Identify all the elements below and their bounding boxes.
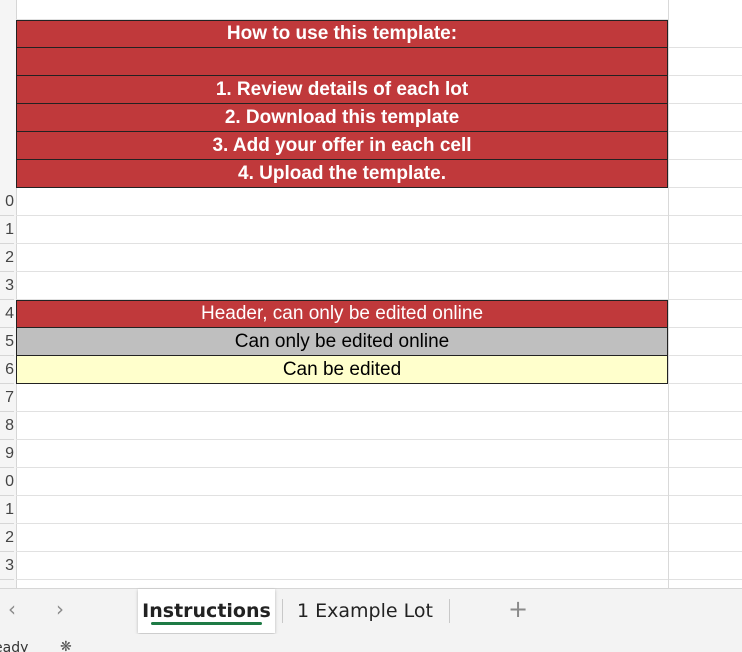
cell-empty[interactable] — [16, 412, 668, 440]
cell-empty[interactable] — [669, 20, 742, 48]
cell-empty[interactable] — [16, 244, 668, 272]
legend-readonly-cell[interactable]: Can only be edited online — [16, 328, 668, 356]
cell-empty[interactable] — [16, 272, 668, 300]
cell-empty[interactable] — [669, 104, 742, 132]
cell-empty[interactable] — [669, 328, 742, 356]
column-divider — [668, 0, 669, 588]
cell-empty[interactable] — [16, 468, 668, 496]
row-number[interactable]: 0 — [0, 468, 14, 496]
instructions-title-cell[interactable]: How to use this template: — [16, 20, 668, 48]
instruction-step-cell[interactable]: 3. Add your offer in each cell — [16, 132, 668, 160]
instruction-step-cell[interactable]: 1. Review details of each lot — [16, 76, 668, 104]
cell-empty[interactable] — [669, 356, 742, 384]
row-number[interactable]: 1 — [0, 496, 14, 524]
cell-empty[interactable] — [16, 440, 668, 468]
cell-empty[interactable] — [669, 76, 742, 104]
instructions-blank-cell[interactable] — [16, 48, 668, 76]
tab-divider — [282, 599, 283, 623]
tab-instructions[interactable]: Instructions — [138, 589, 275, 633]
row-number[interactable]: 9 — [0, 440, 14, 468]
cell-empty[interactable] — [16, 552, 668, 580]
chevron-right-icon[interactable]: › — [48, 597, 72, 621]
row-number[interactable]: 3 — [0, 272, 14, 300]
cell-empty[interactable] — [16, 496, 668, 524]
cell-empty[interactable] — [669, 412, 742, 440]
accessibility-icon[interactable]: ❋ — [60, 638, 72, 652]
row-number[interactable]: 8 — [0, 412, 14, 440]
cell-empty[interactable] — [669, 300, 742, 328]
cell-empty[interactable] — [16, 524, 668, 552]
cell-empty[interactable] — [669, 48, 742, 76]
row-number[interactable]: 1 — [0, 216, 14, 244]
cell-empty[interactable] — [669, 160, 742, 188]
cell-empty[interactable] — [669, 188, 742, 216]
row-number[interactable]: 4 — [0, 300, 14, 328]
cell-empty[interactable] — [669, 244, 742, 272]
cell-empty[interactable] — [669, 496, 742, 524]
row-number[interactable]: 0 — [0, 188, 14, 216]
row-number[interactable]: 2 — [0, 244, 14, 272]
cell-empty[interactable] — [669, 440, 742, 468]
row-number[interactable]: 6 — [0, 356, 14, 384]
spreadsheet-grid[interactable]: 0 1 2 3 4 5 6 7 8 9 0 1 2 3 How to use t… — [0, 0, 742, 588]
cell-empty[interactable] — [16, 216, 668, 244]
legend-header-cell[interactable]: Header, can only be edited online — [16, 300, 668, 328]
legend-editable-cell[interactable]: Can be edited — [16, 356, 668, 384]
row-number[interactable]: 7 — [0, 384, 14, 412]
row-number[interactable]: 5 — [0, 328, 14, 356]
tab-label: Instructions — [142, 600, 271, 622]
cell-empty[interactable] — [669, 216, 742, 244]
sheet-tab-bar: ‹ › Instructions 1 Example Lot + — [0, 588, 742, 634]
cell-empty[interactable] — [669, 132, 742, 160]
status-ready-text: eady — [0, 640, 29, 652]
status-bar: eady ❋ — [0, 634, 742, 652]
chevron-left-icon[interactable]: ‹ — [0, 597, 24, 621]
cell-empty[interactable] — [669, 524, 742, 552]
cell-empty[interactable] — [669, 272, 742, 300]
cell-empty[interactable] — [669, 384, 742, 412]
tab-label: 1 Example Lot — [297, 600, 433, 622]
cell-empty[interactable] — [16, 384, 668, 412]
row-number[interactable]: 2 — [0, 524, 14, 552]
add-sheet-button[interactable]: + — [508, 595, 528, 623]
tab-1-example-lot[interactable]: 1 Example Lot — [290, 589, 440, 633]
active-tab-underline — [151, 622, 262, 625]
row-header-column: 0 1 2 3 4 5 6 7 8 9 0 1 2 3 — [0, 0, 17, 588]
tab-divider — [449, 599, 450, 623]
cell-empty[interactable] — [669, 552, 742, 580]
cell-empty[interactable] — [669, 468, 742, 496]
instruction-step-cell[interactable]: 4. Upload the template. — [16, 160, 668, 188]
cell-empty[interactable] — [16, 0, 668, 20]
cell-empty[interactable] — [16, 188, 668, 216]
row-number[interactable]: 3 — [0, 552, 14, 580]
instruction-step-cell[interactable]: 2. Download this template — [16, 104, 668, 132]
